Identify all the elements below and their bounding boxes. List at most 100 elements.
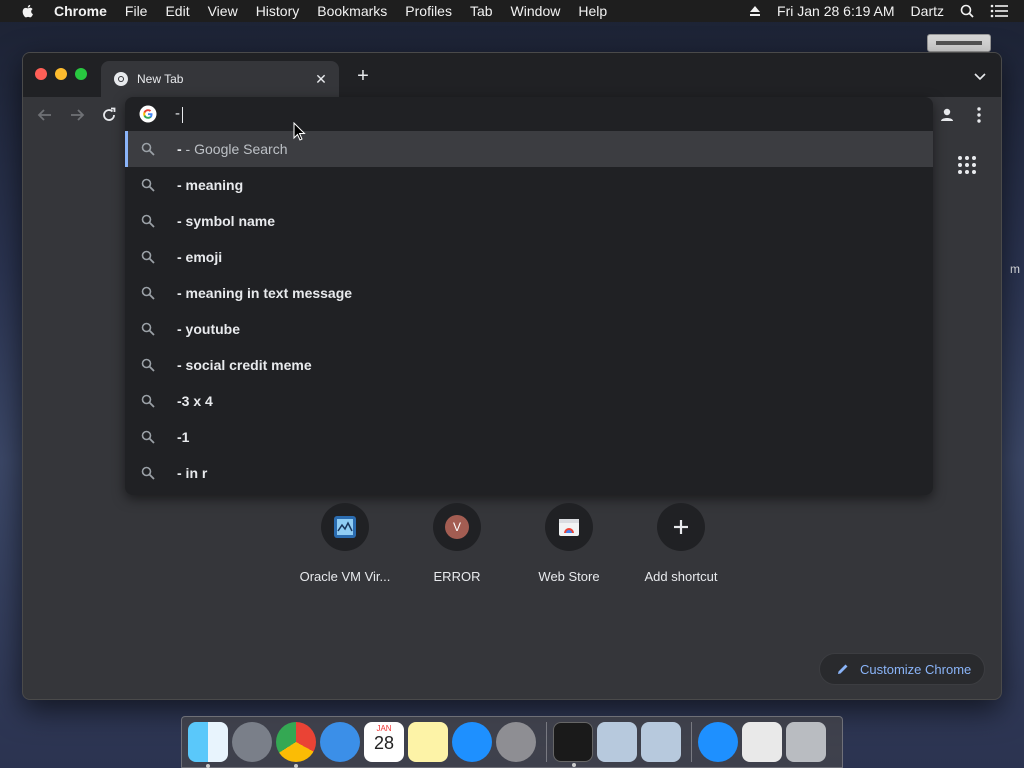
minimize-window-button[interactable] [55, 68, 67, 80]
shortcut-tile-web-store[interactable]: Web Store [513, 503, 625, 584]
menu-bar: Chrome File Edit View History Bookmarks … [0, 0, 1024, 22]
menu-file[interactable]: File [125, 3, 148, 19]
back-arrow-icon [37, 109, 51, 121]
suggestion-item[interactable]: -1 [125, 419, 933, 455]
suggestion-list: - - Google Search - meaning - symbol nam… [125, 131, 933, 491]
suggestion-text: - in r [177, 465, 208, 481]
zoom-window-button[interactable] [75, 68, 87, 80]
shortcut-tile-error[interactable]: V ERROR [401, 503, 513, 584]
pencil-icon [838, 664, 848, 674]
dock: JAN 28 [181, 716, 843, 768]
apple-icon[interactable] [20, 3, 36, 19]
desktop-peek-text: m [1010, 262, 1020, 276]
reload-button[interactable] [97, 103, 121, 127]
suggestion-item[interactable]: -3 x 4 [125, 383, 933, 419]
suggestion-text: - social credit meme [177, 357, 312, 373]
google-apps-icon[interactable] [957, 155, 977, 175]
shortcut-tile-add[interactable]: Add shortcut [625, 503, 737, 584]
notes-icon[interactable] [408, 722, 448, 762]
tab-strip: New Tab ✕ + [23, 53, 1001, 97]
app-store-icon[interactable] [452, 722, 492, 762]
menu-help[interactable]: Help [578, 3, 607, 19]
tab-title: New Tab [137, 72, 184, 86]
tab-new-tab[interactable]: New Tab ✕ [101, 61, 339, 97]
close-window-button[interactable] [35, 68, 47, 80]
suggestion-item[interactable]: - symbol name [125, 203, 933, 239]
tab-search-chevron-icon[interactable] [973, 69, 987, 83]
omnibox-value: - [175, 105, 180, 123]
chrome-favicon-icon [114, 72, 128, 86]
kebab-menu-icon [977, 107, 981, 123]
dock-separator [546, 722, 547, 762]
suggestion-item[interactable]: - youtube [125, 311, 933, 347]
omnibox-dropdown: - - - Google Search - meaning - symbol n… [125, 97, 933, 495]
reload-icon [103, 107, 116, 121]
control-center-icon[interactable] [990, 4, 1008, 18]
forward-arrow-icon [71, 109, 85, 121]
document-icon[interactable] [742, 722, 782, 762]
app-store-folder-icon[interactable] [698, 722, 738, 762]
menu-edit[interactable]: Edit [165, 3, 189, 19]
finder-icon[interactable] [188, 722, 228, 768]
search-icon [141, 322, 155, 336]
trash-icon[interactable] [786, 722, 826, 762]
external-drive-icon[interactable] [927, 34, 991, 52]
forward-button[interactable] [65, 103, 89, 127]
tab-close-icon[interactable]: ✕ [313, 71, 329, 87]
suggestion-text: - meaning in text message [177, 285, 353, 301]
text-caret [182, 106, 183, 123]
profile-person-icon [941, 108, 953, 121]
virtualbox-icon [334, 516, 356, 538]
back-button[interactable] [33, 103, 57, 127]
menu-history[interactable]: History [256, 3, 300, 19]
shortcut-icon-circle [545, 503, 593, 551]
chrome-window: New Tab ✕ + - - - Google Search - meanin… [22, 52, 1002, 700]
new-tab-button[interactable]: + [353, 66, 373, 87]
shortcut-label: Add shortcut [644, 569, 718, 584]
omnibox[interactable]: - [125, 97, 933, 131]
shortcut-label: Web Store [538, 569, 600, 584]
shortcut-tiles: Oracle VM Vir... V ERROR Web Store Add s… [289, 503, 737, 584]
suggestion-item[interactable]: - - Google Search [125, 131, 933, 167]
suggestion-engine: - Google Search [181, 141, 288, 157]
virtualbox-dock-icon-2[interactable] [641, 722, 681, 762]
launchpad-icon[interactable] [232, 722, 272, 762]
menubar-user[interactable]: Dartz [911, 3, 944, 19]
calendar-icon[interactable]: JAN 28 [364, 722, 404, 762]
system-preferences-icon[interactable] [496, 722, 536, 762]
suggestion-item[interactable]: - emoji [125, 239, 933, 275]
spotlight-search-icon[interactable] [960, 4, 974, 18]
menu-app-name[interactable]: Chrome [54, 3, 107, 19]
running-indicator [572, 763, 576, 767]
profile-button[interactable] [935, 103, 959, 127]
menu-bookmarks[interactable]: Bookmarks [317, 3, 387, 19]
chrome-menu-button[interactable] [967, 103, 991, 127]
search-icon [141, 214, 155, 228]
eject-icon[interactable] [749, 5, 761, 17]
menu-profiles[interactable]: Profiles [405, 3, 452, 19]
menu-view[interactable]: View [208, 3, 238, 19]
dock-separator [691, 722, 692, 762]
suggestion-text: - symbol name [177, 213, 276, 229]
suggestion-item[interactable]: - social credit meme [125, 347, 933, 383]
suggestion-text: - youtube [177, 321, 240, 337]
mouse-pointer-icon [293, 122, 306, 141]
omnibox-input[interactable]: - [175, 105, 775, 123]
menu-window[interactable]: Window [511, 3, 561, 19]
customize-chrome-button[interactable]: Customize Chrome [819, 653, 985, 685]
chrome-icon[interactable] [276, 722, 316, 768]
virtualbox-dock-icon[interactable] [597, 722, 637, 762]
suggestion-item[interactable]: - in r [125, 455, 933, 491]
menu-tab[interactable]: Tab [470, 3, 493, 19]
suggestion-item[interactable]: - meaning [125, 167, 933, 203]
webstore-icon [559, 519, 579, 536]
safari-icon[interactable] [320, 722, 360, 762]
search-icon [141, 394, 155, 408]
search-icon [141, 286, 155, 300]
terminal-icon[interactable] [553, 722, 593, 767]
suggestion-item[interactable]: - meaning in text message [125, 275, 933, 311]
google-g-icon [139, 105, 157, 123]
shortcut-tile-oracle-vm[interactable]: Oracle VM Vir... [289, 503, 401, 584]
calendar-day: 28 [373, 733, 395, 753]
menubar-datetime[interactable]: Fri Jan 28 6:19 AM [777, 3, 895, 19]
